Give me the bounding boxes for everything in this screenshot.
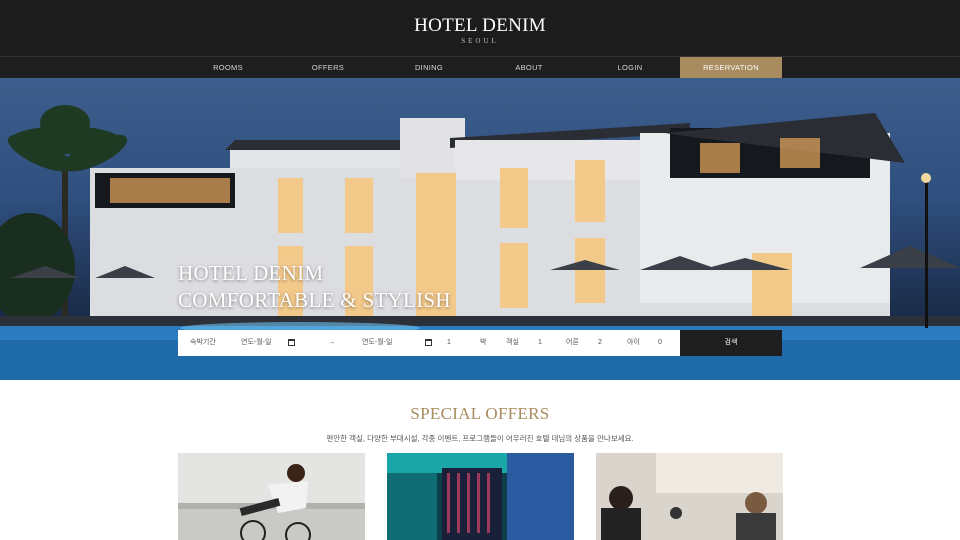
adults-input[interactable]: 2 (598, 330, 602, 356)
site-header: HOTEL DENIM SEOUL (0, 0, 960, 56)
nav-item-dining[interactable]: DINING (378, 57, 480, 79)
nav-item-login[interactable]: LOGIN (579, 57, 681, 79)
nights-unit-label: 박 (480, 339, 487, 346)
adults-label: 어른 (566, 339, 579, 346)
date-arrow-icon: → (328, 339, 335, 346)
search-button[interactable]: 검색 (680, 330, 782, 356)
offer-card-cycling-image (178, 453, 365, 540)
offer-card-bar-image (387, 453, 574, 540)
main-nav: ROOMS OFFERS DINING ABOUT LOGIN RESERVAT… (0, 56, 960, 79)
offer-card-dining[interactable] (596, 453, 783, 540)
rooms-label: 객실 (506, 339, 519, 346)
special-offers-title: SPECIAL OFFERS (410, 404, 550, 423)
booking-form: 숙박기간 연도-월-일 → 연도-월-일 1 박 객실 1 어른 2 아이 0 … (178, 330, 782, 356)
hero-title-line1: HOTEL DENIM (178, 261, 324, 285)
children-label: 아이 (627, 339, 640, 346)
site-logo-subtitle: SEOUL (461, 37, 499, 45)
offer-card-cycling[interactable] (178, 453, 365, 540)
hero-banner: HOTEL DENIM COMFORTABLE & STYLISH 숙박기간 연… (0, 78, 960, 380)
nav-item-rooms[interactable]: ROOMS (177, 57, 279, 79)
stay-period-label: 숙박기간 (190, 339, 216, 346)
hero-title-line2: COMFORTABLE & STYLISH (178, 288, 451, 312)
children-input[interactable]: 0 (658, 330, 662, 356)
offer-card-bar[interactable] (387, 453, 574, 540)
site-logo[interactable]: HOTEL DENIM (0, 15, 960, 37)
checkin-calendar-icon[interactable] (288, 339, 295, 346)
nav-item-reservation[interactable]: RESERVATION (680, 57, 782, 79)
checkin-date-input[interactable]: 연도-월-일 (241, 330, 271, 356)
hero-title: HOTEL DENIM COMFORTABLE & STYLISH (178, 260, 451, 314)
nights-input[interactable]: 1 (447, 330, 451, 356)
nav-item-about[interactable]: ABOUT (478, 57, 580, 79)
checkout-date-input[interactable]: 연도-월-일 (362, 330, 392, 356)
nav-item-offers[interactable]: OFFERS (277, 57, 379, 79)
checkout-calendar-icon[interactable] (425, 339, 432, 346)
offer-card-dining-image (596, 453, 783, 540)
special-offers-subtitle: 편안한 객실, 다양한 부대시설, 각종 이벤트, 프로그램들이 어우러진 호텔… (326, 434, 634, 443)
rooms-input[interactable]: 1 (538, 330, 542, 356)
